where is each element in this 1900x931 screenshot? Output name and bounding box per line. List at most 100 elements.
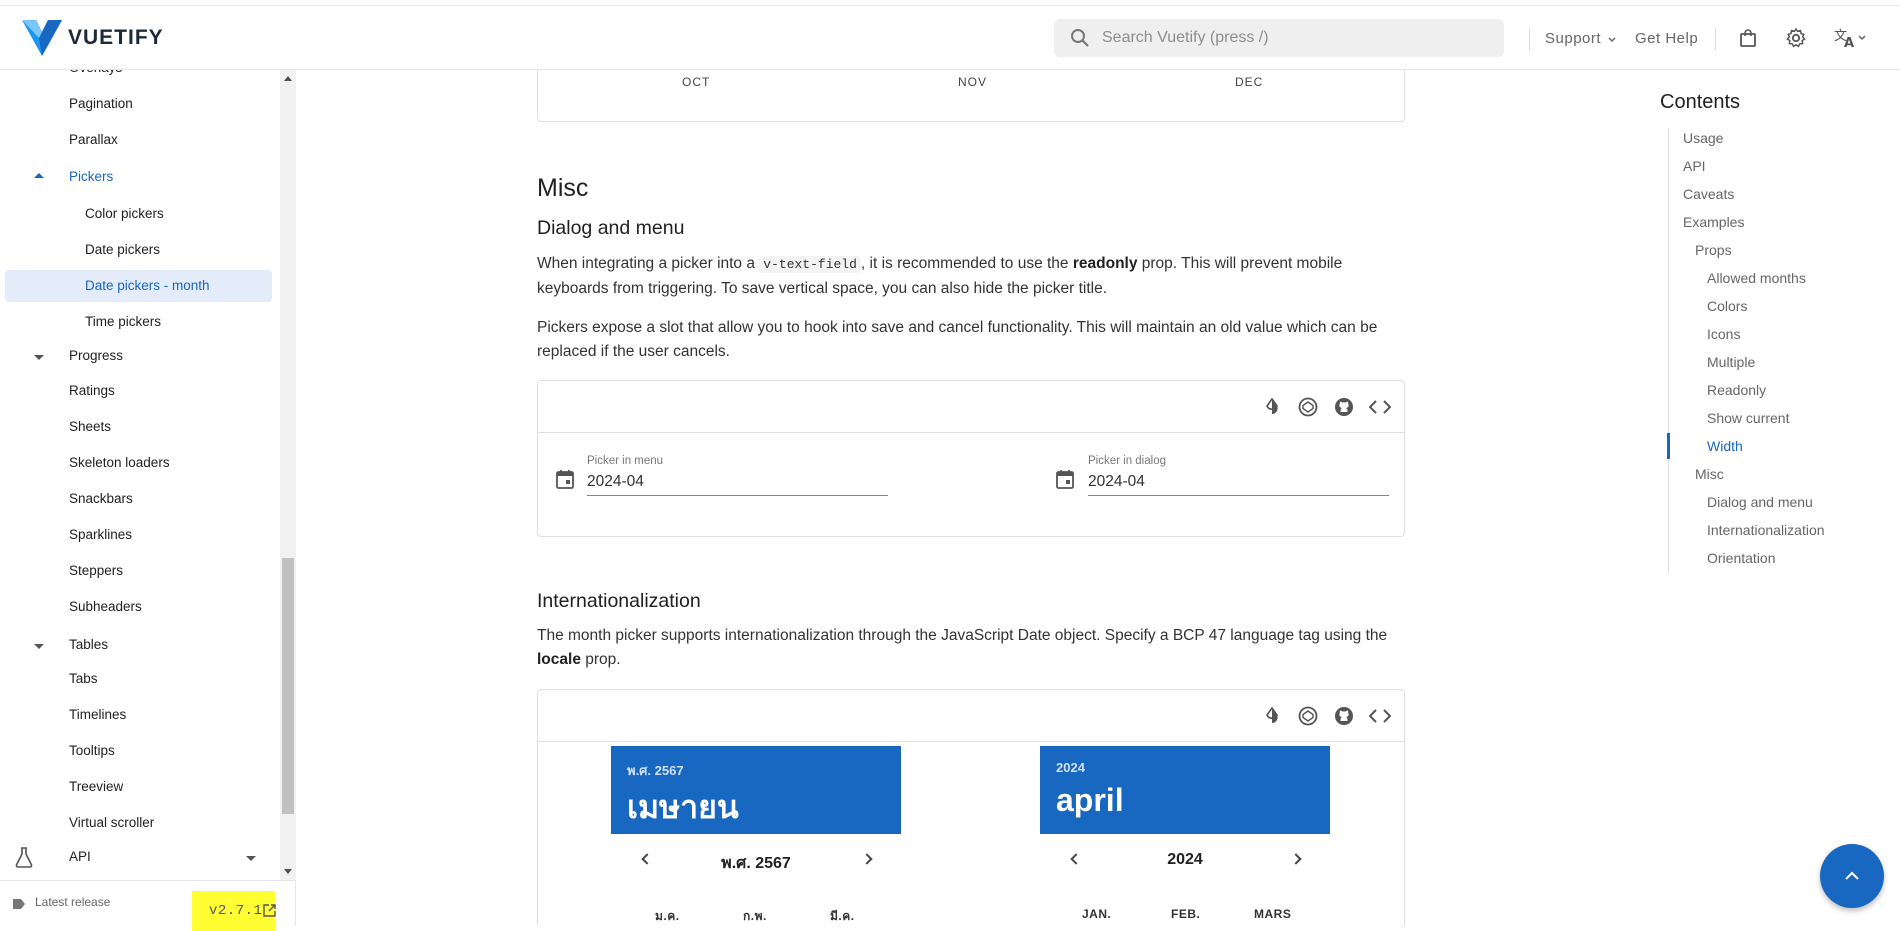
picker-header-title: april	[1056, 782, 1124, 818]
month-button[interactable]: ก.พ.	[743, 907, 767, 926]
gear-icon	[1786, 27, 1806, 48]
open-in-new-icon	[263, 904, 276, 917]
toc-item-usage[interactable]: Usage	[1683, 130, 1723, 146]
toc-item-props[interactable]: Props	[1695, 242, 1732, 258]
toc-item-width[interactable]: Width	[1707, 438, 1743, 454]
theme-toggle-button[interactable]	[1261, 705, 1283, 727]
field-value[interactable]: 2024-04	[587, 473, 644, 491]
section-heading-internationalization: Internationalization	[537, 590, 701, 612]
sidebar-item-steppers[interactable]: Steppers	[69, 561, 123, 581]
sidebar-item-pagination[interactable]: Pagination	[69, 94, 133, 114]
picker-header-year[interactable]: 2024	[1056, 760, 1085, 775]
theme-toggle-button[interactable]	[1261, 396, 1283, 418]
dialog-paragraph-2: Pickers expose a slot that allow you to …	[537, 319, 1378, 360]
language-menu[interactable]: 文 A	[1830, 24, 1870, 52]
field-value[interactable]: 2024-04	[1088, 473, 1145, 491]
sidebar-item-snackbars[interactable]: Snackbars	[69, 489, 133, 509]
toc-item-readonly[interactable]: Readonly	[1707, 382, 1766, 398]
sidebar-item-time-pickers[interactable]: Time pickers	[85, 312, 161, 332]
sidebar-scrollbar[interactable]	[280, 70, 296, 880]
codepen-button[interactable]	[1297, 705, 1319, 727]
github-button[interactable]	[1333, 396, 1355, 418]
view-source-button[interactable]	[1369, 705, 1391, 727]
sidebar-item-tooltips[interactable]: Tooltips	[69, 741, 115, 761]
codepen-button[interactable]	[1297, 396, 1319, 418]
calendar-icon	[1056, 470, 1074, 489]
toc-item-show-current[interactable]: Show current	[1707, 410, 1789, 426]
month-button[interactable]: MARS	[1254, 907, 1291, 921]
support-menu[interactable]: Support	[1545, 30, 1616, 47]
toc-item-internationalization[interactable]: Internationalization	[1707, 522, 1825, 538]
month-label[interactable]: OCT	[682, 75, 710, 89]
picker-header-year[interactable]: พ.ศ. 2567	[627, 760, 684, 781]
chevron-down-icon[interactable]	[34, 355, 44, 360]
invert-colors-icon	[1266, 398, 1278, 415]
picker-nav-year[interactable]: 2024	[1040, 851, 1330, 869]
github-icon	[1335, 707, 1353, 725]
toc-item-examples[interactable]: Examples	[1683, 214, 1744, 230]
sidebar-item-timelines[interactable]: Timelines	[69, 705, 126, 725]
sidebar-footer: Latest release v2.7.1	[0, 880, 296, 931]
search-input[interactable]	[1102, 29, 1482, 47]
sidebar-group-tables[interactable]: Tables	[69, 635, 108, 655]
sidebar-group-progress[interactable]: Progress	[69, 346, 123, 366]
toc-item-colors[interactable]: Colors	[1707, 298, 1747, 314]
sidebar-group-pickers[interactable]: Pickers	[69, 167, 113, 187]
toc-item-dialog-and-menu[interactable]: Dialog and menu	[1707, 494, 1813, 510]
sidebar-item-skeleton-loaders[interactable]: Skeleton loaders	[69, 453, 170, 473]
scroll-up-arrow-icon[interactable]	[284, 76, 292, 81]
search-box[interactable]	[1054, 19, 1504, 57]
toc-item-misc[interactable]: Misc	[1695, 466, 1724, 482]
scroll-down-arrow-icon[interactable]	[284, 869, 292, 874]
sidebar-item-color-pickers[interactable]: Color pickers	[85, 204, 164, 224]
picker-in-menu-field[interactable]: Picker in menu 2024-04	[556, 449, 906, 509]
get-help-link[interactable]: Get Help	[1635, 30, 1698, 47]
shop-button[interactable]	[1734, 24, 1762, 52]
toc-item-multiple[interactable]: Multiple	[1707, 354, 1755, 370]
dialog-menu-example-card: Picker in menu 2024-04 Picker in dialog …	[537, 380, 1405, 537]
appbar-divider	[1529, 28, 1530, 50]
picker-navigation-thai: พ.ศ. 2567	[611, 845, 901, 875]
toc-item-allowed-months[interactable]: Allowed months	[1707, 270, 1806, 286]
version-highlight[interactable]: v2.7.1	[192, 891, 276, 931]
toc-item-api[interactable]: API	[1683, 158, 1706, 174]
toc-title: Contents	[1660, 91, 1741, 113]
picker-in-dialog-field[interactable]: Picker in dialog 2024-04	[1056, 449, 1406, 509]
month-button[interactable]: มี.ค.	[830, 907, 855, 926]
chevron-up-icon[interactable]	[34, 173, 44, 178]
sidebar-item-tabs[interactable]: Tabs	[69, 669, 98, 689]
chevron-down-icon[interactable]	[246, 856, 256, 861]
settings-button[interactable]	[1782, 24, 1810, 52]
sidebar-item-date-pickers[interactable]: Date pickers	[85, 240, 160, 260]
text-segment: The month picker supports internationali…	[537, 627, 1388, 644]
github-button[interactable]	[1333, 705, 1355, 727]
toc-item-icons[interactable]: Icons	[1707, 326, 1740, 342]
sidebar-item-sparklines[interactable]: Sparklines	[69, 525, 132, 545]
picker-nav-year[interactable]: พ.ศ. 2567	[611, 851, 901, 876]
sidebar-item-date-pickers-month[interactable]: Date pickers - month	[5, 270, 272, 302]
sidebar-item-overlays[interactable]: Overlays	[69, 70, 122, 78]
sidebar-item-sheets[interactable]: Sheets	[69, 417, 111, 437]
scrollbar-thumb[interactable]	[282, 558, 294, 814]
month-button[interactable]: ม.ค.	[655, 907, 680, 926]
month-button[interactable]: FEB.	[1171, 907, 1200, 921]
view-source-button[interactable]	[1369, 396, 1391, 418]
sidebar-item-virtual-scroller[interactable]: Virtual scroller	[69, 813, 154, 833]
month-label[interactable]: NOV	[958, 75, 987, 89]
chevron-down-icon[interactable]	[34, 644, 44, 649]
sidebar-item-treeview[interactable]: Treeview	[69, 777, 123, 797]
vuetify-logo[interactable]: VUETIFY	[22, 20, 164, 56]
sidebar-item-parallax[interactable]: Parallax	[69, 130, 118, 150]
month-button[interactable]: JAN.	[1082, 907, 1111, 921]
latest-release-label: Latest release	[35, 895, 111, 909]
code-tags-icon	[1369, 709, 1391, 723]
sidebar-item-ratings[interactable]: Ratings	[69, 381, 115, 401]
month-label[interactable]: DEC	[1235, 75, 1263, 89]
scroll-to-top-button[interactable]	[1820, 844, 1884, 908]
search-icon	[1071, 29, 1089, 47]
toc-item-caveats[interactable]: Caveats	[1683, 186, 1734, 202]
codepen-icon	[1298, 397, 1318, 417]
toc-item-orientation[interactable]: Orientation	[1707, 550, 1775, 566]
sidebar-group-api[interactable]: API	[69, 847, 91, 867]
sidebar-item-subheaders[interactable]: Subheaders	[69, 597, 142, 617]
